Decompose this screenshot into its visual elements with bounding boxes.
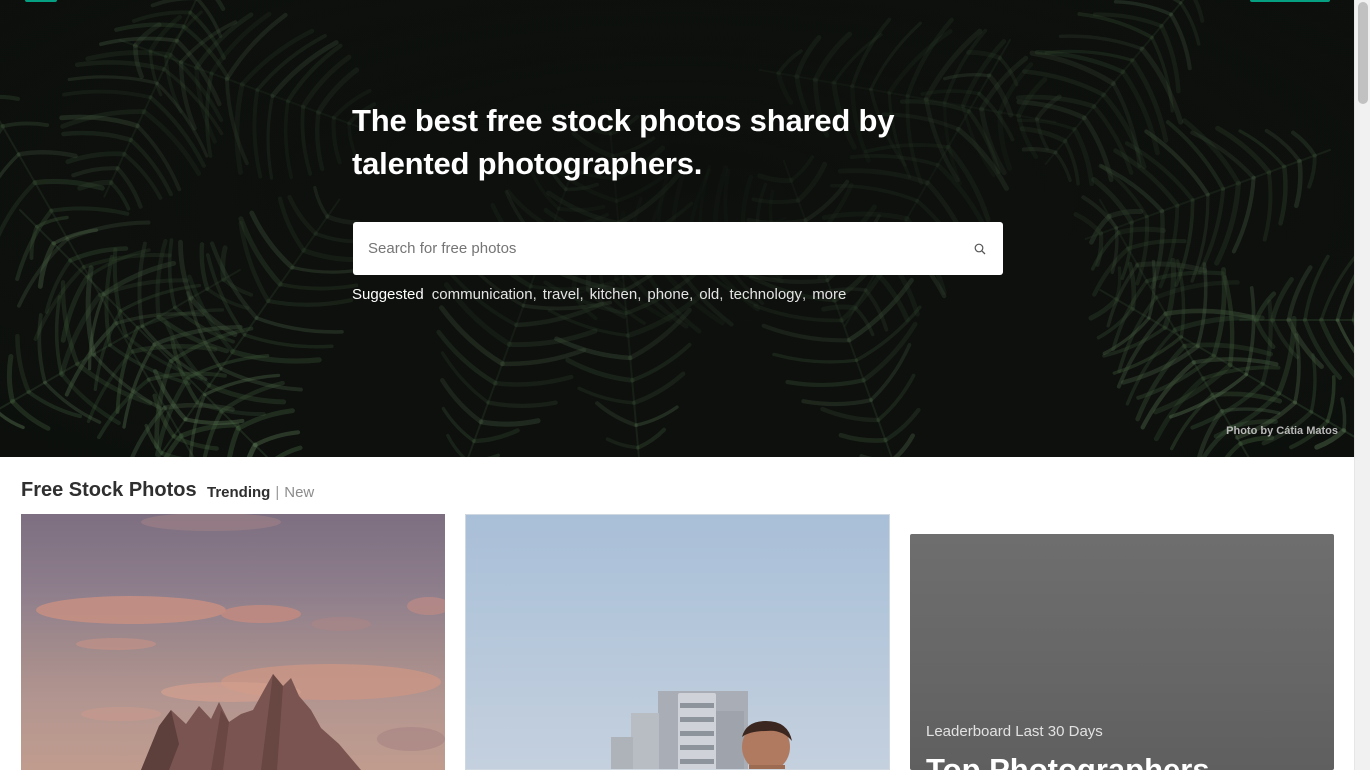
suggestion-link-technology[interactable]: technology: [729, 286, 802, 303]
search-button[interactable]: [957, 222, 1003, 275]
search-input[interactable]: [353, 222, 957, 275]
search-bar: [353, 222, 1003, 275]
suggestion-link-travel[interactable]: travel: [543, 286, 580, 303]
suggestion-link-communication[interactable]: communication: [432, 286, 533, 303]
suggestion-link-phone[interactable]: phone: [647, 286, 689, 303]
suggestion-separator: ,: [637, 286, 642, 303]
building-photo: [611, 691, 792, 769]
suggestion-link-old[interactable]: old: [699, 286, 719, 303]
suggestion-link-more[interactable]: more: [812, 286, 846, 303]
hero-title: The best free stock photos shared by tal…: [352, 103, 895, 181]
photo-card-building[interactable]: [465, 514, 890, 770]
suggestion-separator: ,: [719, 286, 724, 303]
photo-card-mountains[interactable]: [21, 514, 445, 770]
suggestion-separator: ,: [802, 286, 807, 303]
vertical-scrollbar[interactable]: [1354, 0, 1370, 770]
scrollbar-thumb[interactable]: [1358, 2, 1368, 104]
leaderboard-subtitle: Leaderboard Last 30 Days: [926, 723, 1103, 740]
section-title: Free Stock Photos: [21, 479, 197, 501]
suggestion-list: communication, travel, kitchen, phone, old, t…: [432, 286, 847, 303]
tab-new[interactable]: New: [284, 484, 314, 501]
logo-button-partial[interactable]: [25, 0, 57, 2]
join-button-partial[interactable]: [1250, 0, 1330, 2]
suggested-label: Suggested: [352, 286, 424, 303]
suggested-searches: Suggested communication, travel, kitchen, p…: [352, 286, 846, 303]
photo-feed-tabs: Trending | New: [207, 484, 314, 501]
leaderboard-title: Top Photographers: [926, 752, 1210, 770]
leaderboard-card[interactable]: Leaderboard Last 30 Days Top Photographe…: [910, 534, 1334, 770]
hero-banner: The best free stock photos shared by tal…: [0, 0, 1354, 457]
search-icon: [974, 243, 986, 254]
suggestion-separator: ,: [579, 286, 584, 303]
mountain-photo: [36, 514, 445, 770]
tab-trending[interactable]: Trending: [207, 484, 270, 501]
tab-divider: |: [275, 484, 280, 501]
page: The best free stock photos shared by tal…: [0, 0, 1370, 770]
suggestion-link-kitchen[interactable]: kitchen: [590, 286, 638, 303]
suggestion-separator: ,: [689, 286, 694, 303]
photo-credit[interactable]: Photo by Cátia Matos: [1226, 425, 1338, 437]
suggestion-separator: ,: [532, 286, 537, 303]
